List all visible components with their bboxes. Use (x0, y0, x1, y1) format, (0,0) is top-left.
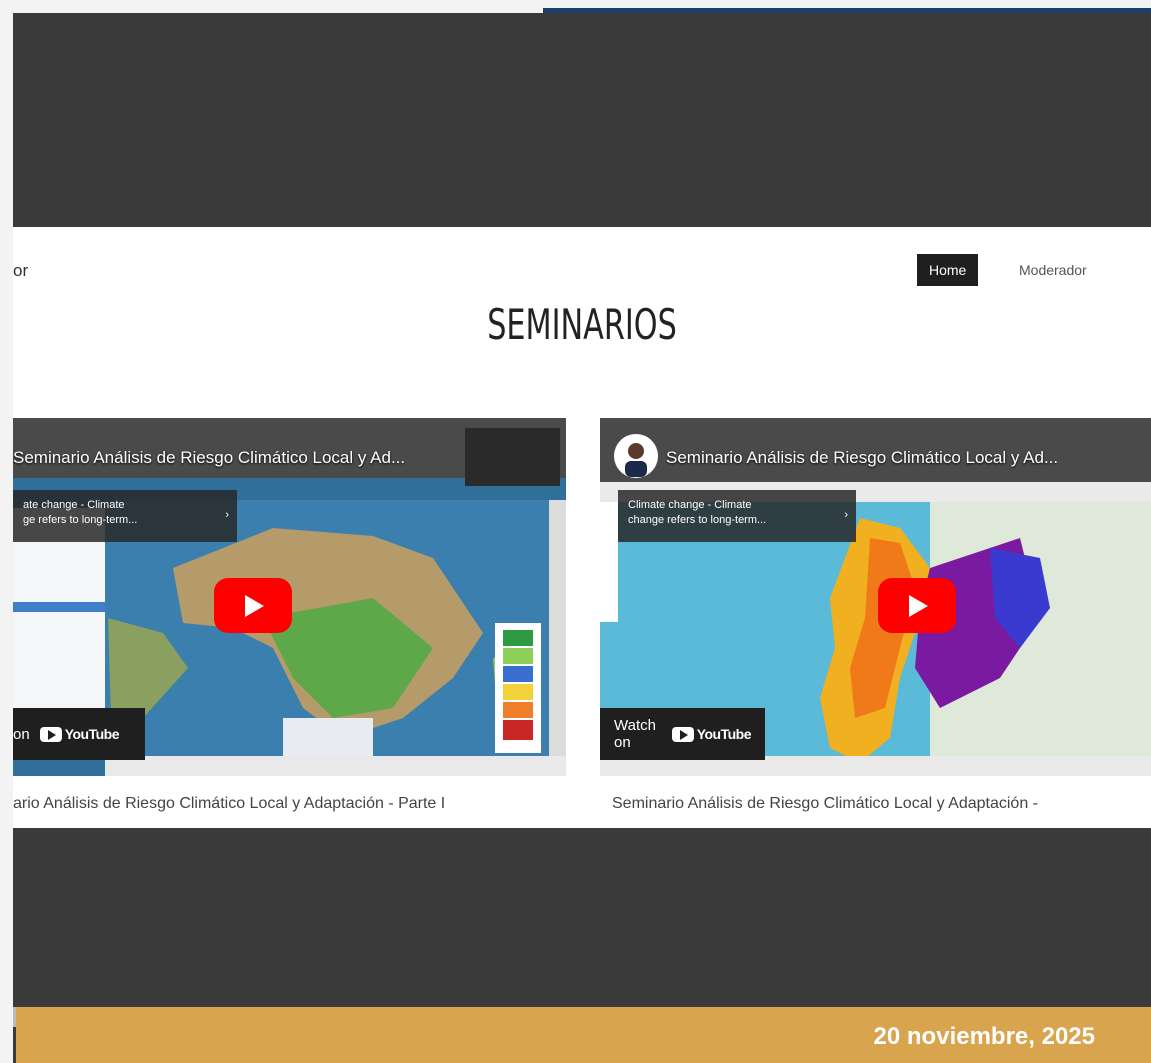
youtube-logo-icon: YouTube (671, 726, 752, 742)
site-navbar: or Home Moderador (13, 227, 1151, 291)
video-caption-2[interactable]: Seminario Análisis de Riesgo Climático L… (612, 795, 1038, 813)
info-card-text: Climate change - Climate change refers t… (628, 499, 767, 526)
chevron-right-icon: › (225, 509, 229, 521)
video-embed-1[interactable]: Seminario Análisis de Riesgo Climático L… (13, 418, 566, 776)
page-title: SEMINARIOS (487, 300, 677, 349)
youtube-play-icon (39, 726, 62, 742)
chevron-right-icon: › (844, 509, 848, 521)
video-title-overlay[interactable]: Seminario Análisis de Riesgo Climático L… (13, 448, 405, 468)
channel-avatar[interactable] (613, 433, 659, 479)
video-embed-2[interactable]: Seminario Análisis de Riesgo Climático L… (600, 418, 1151, 776)
youtube-play-button[interactable] (214, 578, 292, 633)
publish-date: 20 noviembre, 2025 (873, 1023, 1095, 1050)
watch-on-label: on (13, 725, 30, 743)
browser-frame: or Home Moderador SEMINARIOS Seminario A… (13, 13, 1151, 1063)
youtube-play-button[interactable] (878, 578, 956, 633)
watch-on-youtube-button[interactable]: on YouTube (13, 708, 145, 760)
site-brand[interactable]: or (13, 261, 28, 281)
info-card-tooltip[interactable]: Climate change - Climate change refers t… (618, 490, 856, 542)
date-banner: 20 noviembre, 2025 (16, 1007, 1151, 1063)
video-title-overlay[interactable]: Seminario Análisis de Riesgo Climático L… (666, 448, 1058, 468)
info-card-tooltip[interactable]: ate change - Climate ge refers to long-t… (13, 490, 237, 542)
youtube-logo-icon: YouTube (39, 726, 120, 742)
dark-header-band (13, 13, 1151, 227)
video-caption-1[interactable]: ario Análisis de Riesgo Climático Local … (13, 795, 445, 813)
nav-moderador[interactable]: Moderador (1007, 254, 1099, 286)
nav-home[interactable]: Home (917, 254, 979, 286)
watch-on-youtube-button[interactable]: Watch on YouTube (600, 708, 765, 760)
youtube-play-icon (671, 726, 694, 742)
watch-on-label: Watch on (614, 717, 656, 751)
info-card-text: ate change - Climate ge refers to long-t… (23, 499, 138, 526)
